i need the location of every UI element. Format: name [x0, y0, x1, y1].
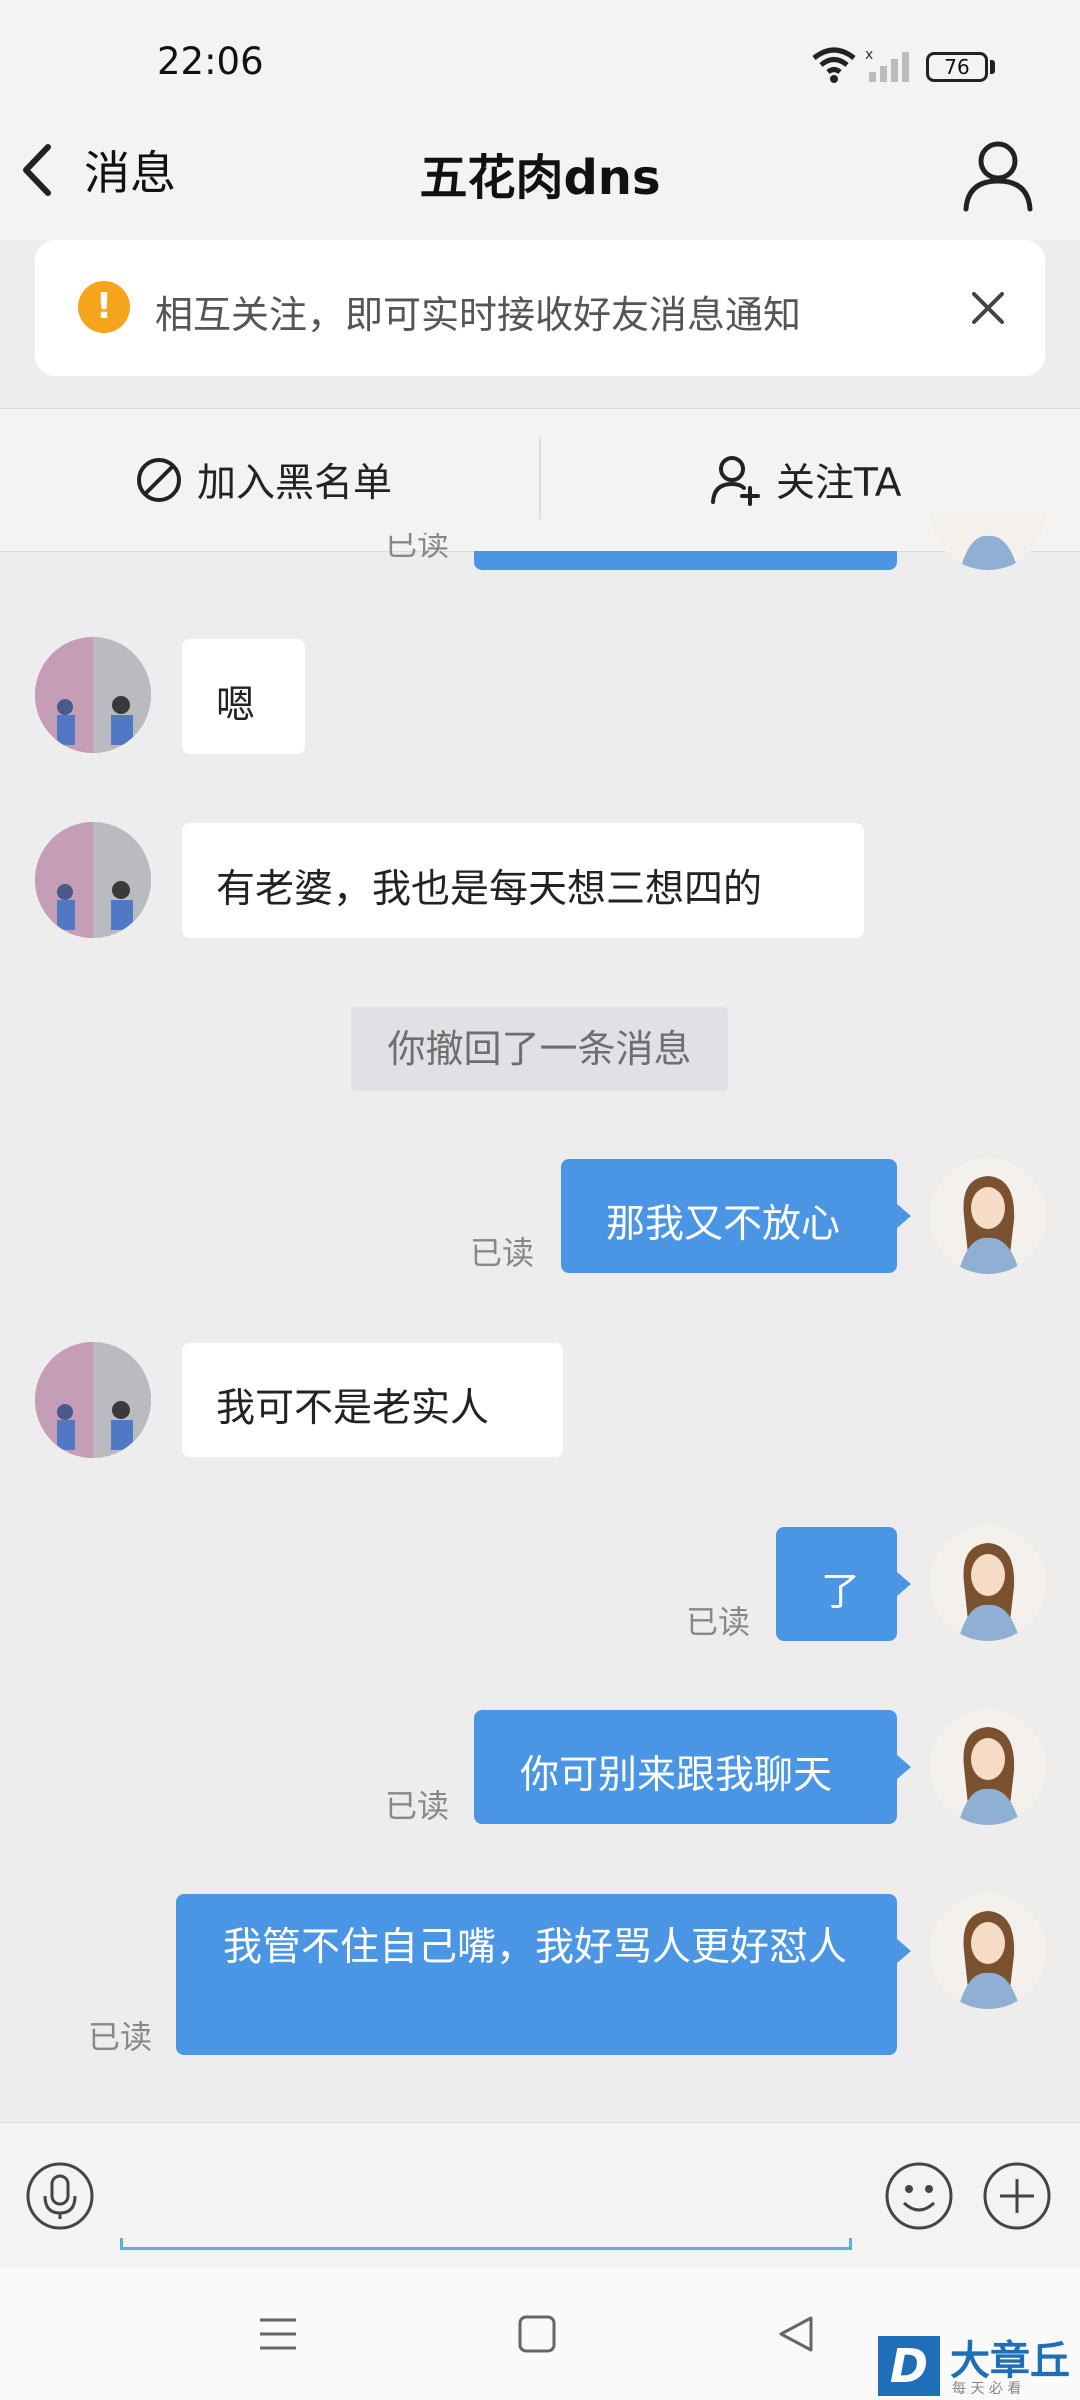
action-divider [539, 437, 541, 519]
contact-avatar[interactable] [35, 1342, 151, 1458]
brand-d-icon: D [878, 2336, 940, 2396]
read-receipt: 已读 [470, 1234, 535, 1272]
girl-avatar-icon [930, 1525, 1046, 1641]
message-bubble[interactable]: 了 [776, 1527, 897, 1641]
wifi-icon [812, 47, 856, 83]
add-user-icon [711, 456, 760, 506]
chevron-left-icon [23, 144, 51, 196]
back-label: 消息 [84, 146, 176, 200]
contact-avatar[interactable] [35, 637, 151, 753]
notice-text: 相互关注，即可实时接收好友消息通知 [155, 293, 802, 337]
plus-icon[interactable] [982, 2161, 1052, 2231]
message-bubble[interactable]: 我可不是老实人 [182, 1343, 563, 1457]
block-icon [137, 458, 181, 502]
signal-icon: x [865, 48, 909, 82]
my-avatar[interactable] [930, 1158, 1046, 1274]
bubble-tail [897, 1755, 911, 1779]
status-time: 22:06 [157, 40, 264, 83]
svg-text:x: x [865, 48, 873, 63]
my-avatar[interactable] [930, 1709, 1046, 1825]
follow-label: 关注TA [776, 461, 902, 506]
read-receipt: 已读 [385, 533, 450, 563]
girl-avatar-icon [930, 1893, 1046, 2009]
my-avatar-partial[interactable] [930, 510, 1046, 570]
warning-icon: ! [78, 281, 130, 333]
back-nav-icon[interactable] [775, 2314, 815, 2354]
message-bubble[interactable]: 我管不住自己嘴，我好骂人更好怼人 [176, 1894, 897, 2055]
menu-icon[interactable] [258, 2314, 298, 2354]
watermark-slogan: 每 天 必 看 [952, 2381, 1022, 2397]
bubble-tail [897, 1572, 911, 1596]
voice-icon[interactable] [25, 2161, 95, 2231]
message-bubble[interactable]: 你可别来跟我聊天 [474, 1710, 897, 1824]
close-icon[interactable] [966, 286, 1010, 330]
battery-indicator: 76 [926, 52, 988, 82]
girl-avatar-icon [930, 1709, 1046, 1825]
message-input[interactable] [120, 2238, 852, 2250]
back-button[interactable]: 消息 [20, 140, 200, 200]
bubble-tail [897, 1204, 911, 1228]
watermark-logo: D 大章丘 每 天 必 看 [878, 2328, 1080, 2400]
couple-photo-icon [35, 637, 151, 753]
couple-photo-icon [35, 1342, 151, 1458]
couple-photo-icon [35, 822, 151, 938]
my-avatar[interactable] [930, 1893, 1046, 2009]
battery-level: 76 [944, 55, 970, 79]
bubble-tail [897, 1939, 911, 1963]
message-bubble-partial[interactable] [474, 551, 897, 570]
read-receipt: 已读 [686, 1603, 751, 1641]
contact-avatar[interactable] [35, 822, 151, 938]
read-receipt: 已读 [88, 2018, 153, 2056]
blacklist-button[interactable]: 加入黑名单 [135, 445, 392, 515]
girl-avatar-icon [930, 1158, 1046, 1274]
message-bubble[interactable]: 那我又不放心 [561, 1159, 897, 1273]
blacklist-label: 加入黑名单 [197, 461, 393, 506]
follow-button[interactable]: 关注TA [710, 445, 901, 515]
message-bubble[interactable]: 嗯 [182, 639, 305, 754]
my-avatar[interactable] [930, 1525, 1046, 1641]
recalled-message-notice: 你撤回了一条消息 [351, 1007, 728, 1091]
home-icon[interactable] [517, 2314, 557, 2354]
battery-cap [990, 60, 995, 74]
user-profile-icon[interactable] [960, 137, 1036, 213]
read-receipt: 已读 [385, 1787, 450, 1825]
emoji-icon[interactable] [884, 2161, 954, 2231]
page-title: 五花肉dns [419, 150, 661, 206]
girl-avatar-icon [930, 510, 1046, 570]
message-bubble[interactable]: 有老婆，我也是每天想三想四的 [182, 823, 864, 938]
